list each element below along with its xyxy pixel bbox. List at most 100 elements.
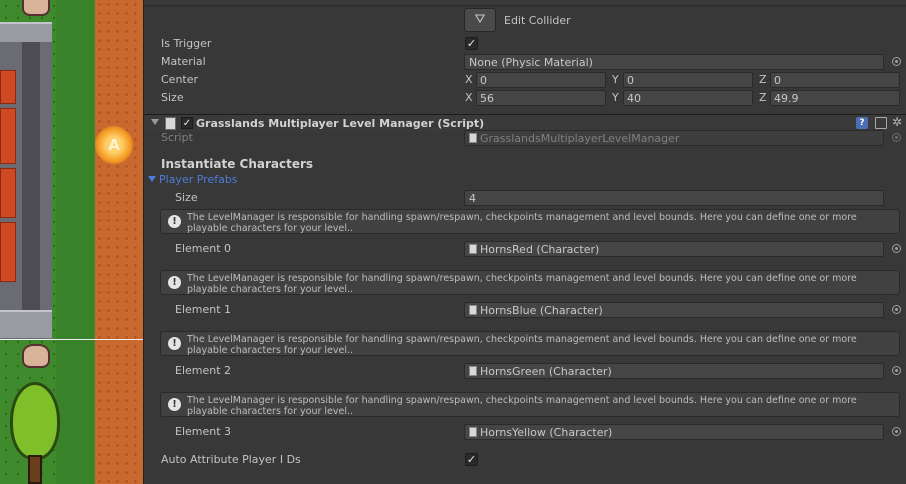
asset-icon (469, 427, 477, 437)
wall-cap-bottom (0, 310, 52, 338)
player-prefabs-foldout[interactable]: Player Prefabs (148, 173, 238, 186)
inspector-panel: ⛛ Edit Collider Is Trigger ✓ Material No… (143, 0, 906, 484)
element-label: Element 2 (175, 364, 232, 377)
element-field[interactable]: HornsGreen (Character) (464, 363, 884, 379)
element-row: Element 2 HornsGreen (Character) (144, 362, 906, 380)
asset-icon (469, 133, 477, 143)
object-picker-icon[interactable] (892, 427, 901, 436)
help-text: The LevelManager is responsible for hand… (187, 334, 857, 356)
info-icon: ! (168, 276, 181, 289)
box-collider-header[interactable] (144, 0, 906, 6)
element-row: Element 3 HornsYellow (Character) (144, 423, 906, 441)
info-icon: ! (168, 337, 181, 350)
help-text: The LevelManager is responsible for hand… (187, 212, 857, 234)
center-z-label: Z (759, 73, 767, 86)
help-box: ! The LevelManager is responsible for ha… (160, 331, 900, 356)
size-y-label: Y (612, 91, 619, 104)
element-label: Element 0 (175, 242, 232, 255)
prefabs-size-field[interactable]: 4 (464, 190, 884, 206)
wall-cap-top (0, 22, 52, 42)
size-y-field[interactable]: 40 (623, 90, 753, 106)
edit-collider-icon: ⛛ (474, 12, 486, 27)
dirt-path (95, 0, 143, 484)
center-row: Center X 0 Y 0 Z 0 (144, 71, 906, 89)
foldout-arrow-icon[interactable] (151, 119, 159, 125)
checkmark-icon: ✓ (466, 37, 477, 50)
help-box: ! The LevelManager is responsible for ha… (160, 270, 900, 295)
object-picker-icon[interactable] (892, 366, 901, 375)
center-label: Center (161, 73, 199, 86)
gear-icon[interactable]: ✲ (892, 116, 904, 129)
checkmark-icon: ✓ (466, 453, 477, 466)
script-label: Script (161, 131, 193, 144)
center-y-label: Y (612, 73, 619, 86)
tree-canopy (10, 382, 60, 460)
help-text: The LevelManager is responsible for hand… (187, 273, 857, 295)
tree-trunk (28, 455, 42, 484)
asset-icon (469, 244, 477, 254)
is-trigger-label: Is Trigger (161, 37, 212, 50)
scene-view[interactable]: A (0, 0, 143, 484)
object-picker-icon[interactable] (892, 57, 901, 66)
prefabs-size-label: Size (175, 191, 198, 204)
center-x-label: X (465, 73, 473, 86)
material-row: Material None (Physic Material) (144, 53, 906, 71)
scene-selection-line (0, 339, 143, 340)
center-z-field[interactable]: 0 (770, 72, 900, 88)
element-value: HornsRed (Character) (480, 243, 600, 256)
is-trigger-row: Is Trigger ✓ (144, 35, 906, 53)
creature-sprite-top[interactable] (22, 0, 50, 16)
element-value: HornsYellow (Character) (480, 426, 613, 439)
size-x-field[interactable]: 56 (476, 90, 606, 106)
brick-3 (0, 168, 16, 218)
script-value: GrasslandsMultiplayerLevelManager (480, 132, 680, 145)
auto-attribute-label: Auto Attribute Player I Ds (161, 453, 301, 466)
material-field[interactable]: None (Physic Material) (464, 54, 884, 70)
material-label: Material (161, 55, 206, 68)
prefabs-size-row: Size 4 (144, 189, 906, 207)
foldout-arrow-icon (148, 176, 156, 182)
object-picker-icon (892, 133, 901, 142)
element-label: Element 1 (175, 303, 232, 316)
script-field: GrasslandsMultiplayerLevelManager (464, 130, 884, 146)
element-field[interactable]: HornsYellow (Character) (464, 424, 884, 440)
size-x-label: X (465, 91, 473, 104)
element-field[interactable]: HornsBlue (Character) (464, 302, 884, 318)
element-value: HornsGreen (Character) (480, 365, 612, 378)
coin-sprite[interactable]: A (95, 126, 133, 164)
component-enabled-checkbox[interactable]: ✓ (181, 117, 193, 129)
player-prefabs-label: Player Prefabs (159, 173, 238, 186)
center-x-field[interactable]: 0 (476, 72, 606, 88)
center-y-field[interactable]: 0 (623, 72, 753, 88)
size-z-field[interactable]: 49.9 (770, 90, 900, 106)
info-icon: ! (168, 398, 181, 411)
object-picker-icon[interactable] (892, 244, 901, 253)
preset-icon[interactable] (875, 117, 887, 129)
asset-icon (469, 366, 477, 376)
size-label: Size (161, 91, 184, 104)
element-value: HornsBlue (Character) (480, 304, 603, 317)
help-icon[interactable]: ? (856, 117, 868, 129)
edit-collider-button[interactable]: ⛛ (464, 8, 496, 32)
help-text: The LevelManager is responsible for hand… (187, 395, 857, 417)
section-title: Instantiate Characters (161, 157, 314, 171)
element-row: Element 1 HornsBlue (Character) (144, 301, 906, 319)
element-label: Element 3 (175, 425, 232, 438)
script-row: Script GrasslandsMultiplayerLevelManager (144, 129, 906, 147)
auto-attribute-checkbox[interactable]: ✓ (465, 453, 478, 466)
brick-1 (0, 70, 16, 104)
grass-edge (56, 0, 94, 484)
auto-attribute-row: Auto Attribute Player I Ds ✓ (144, 451, 906, 469)
checkmark-icon: ✓ (182, 118, 192, 129)
info-icon: ! (168, 215, 181, 228)
help-box: ! The LevelManager is responsible for ha… (160, 392, 900, 417)
edit-collider-label: Edit Collider (504, 14, 571, 27)
element-row: Element 0 HornsRed (Character) (144, 240, 906, 258)
wall-channel (22, 40, 40, 325)
brick-4 (0, 222, 16, 282)
size-z-label: Z (759, 91, 767, 104)
creature-sprite-bottom[interactable] (22, 344, 50, 368)
element-field[interactable]: HornsRed (Character) (464, 241, 884, 257)
is-trigger-checkbox[interactable]: ✓ (465, 37, 478, 50)
object-picker-icon[interactable] (892, 305, 901, 314)
